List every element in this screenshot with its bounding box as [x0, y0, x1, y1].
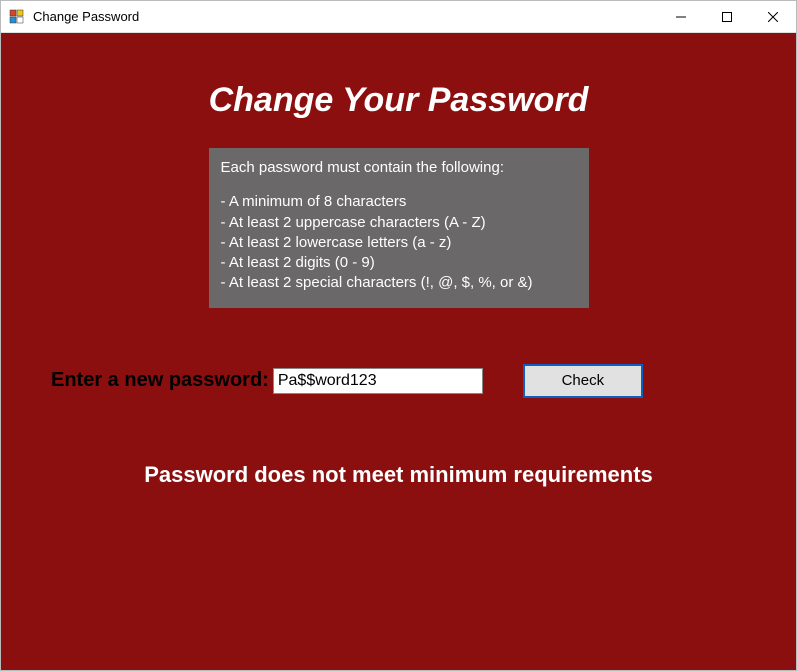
check-button[interactable]: Check — [523, 364, 643, 398]
close-button[interactable] — [750, 1, 796, 33]
maximize-button[interactable] — [704, 1, 750, 33]
rules-intro: Each password must contain the following… — [221, 158, 577, 178]
rule-line: - At least 2 special characters (!, @, $… — [221, 273, 577, 293]
password-form-row: Enter a new password: Check — [1, 364, 796, 398]
client-area: Change Your Password Each password must … — [1, 33, 796, 670]
status-message: Password does not meet minimum requireme… — [1, 462, 796, 488]
password-label: Enter a new password: — [51, 369, 269, 392]
rule-line: - At least 2 uppercase characters (A - Z… — [221, 213, 577, 233]
rule-line: - A minimum of 8 characters — [221, 192, 577, 212]
window-title: Change Password — [33, 9, 139, 24]
app-window: Change Password Change Your Password Eac… — [0, 0, 797, 671]
password-rules-box: Each password must contain the following… — [209, 148, 589, 308]
password-input[interactable] — [273, 368, 483, 394]
page-heading: Change Your Password — [1, 81, 796, 120]
app-icon — [9, 9, 25, 25]
rule-line: - At least 2 lowercase letters (a - z) — [221, 233, 577, 253]
rule-line: - At least 2 digits (0 - 9) — [221, 253, 577, 273]
titlebar: Change Password — [1, 1, 796, 33]
minimize-button[interactable] — [658, 1, 704, 33]
